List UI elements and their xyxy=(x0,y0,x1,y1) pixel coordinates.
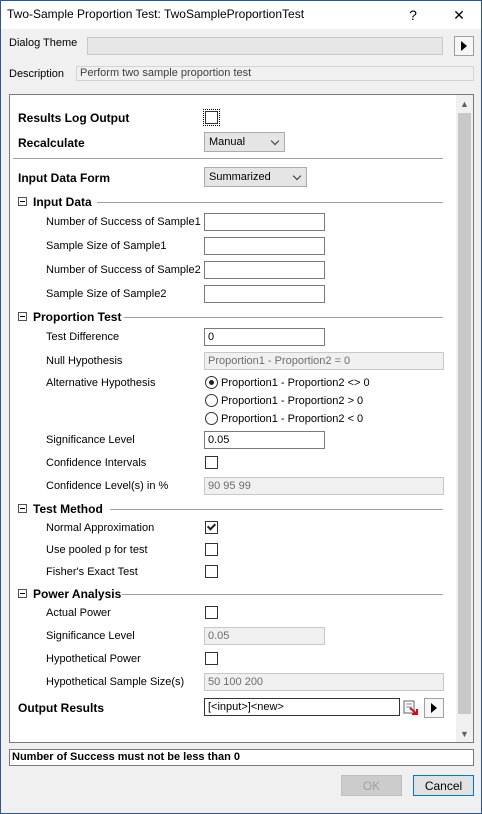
help-button[interactable]: ? xyxy=(391,1,435,29)
confidence-levels-label: Confidence Level(s) in % xyxy=(46,480,169,492)
results-log-label: Results Log Output xyxy=(18,111,130,125)
ok-button[interactable]: OK xyxy=(341,775,402,796)
group-line xyxy=(122,594,443,595)
recalculate-select[interactable]: Manual xyxy=(204,132,285,152)
output-target-icon[interactable] xyxy=(403,699,419,717)
chevron-down-icon xyxy=(270,136,280,146)
hypothetical-power-label: Hypothetical Power xyxy=(46,653,141,665)
significance-level-label: Significance Level xyxy=(46,434,135,446)
dialog-theme-label: Dialog Theme xyxy=(9,37,78,49)
collapse-test-method-icon[interactable] xyxy=(18,504,27,513)
power-significance-field: 0.05 xyxy=(204,627,325,645)
description-field: Perform two sample proportion test xyxy=(76,66,474,81)
close-button[interactable]: ✕ xyxy=(437,1,481,29)
significance-level-input[interactable]: 0.05 xyxy=(204,431,325,449)
results-log-checkbox[interactable] xyxy=(203,109,220,126)
input-data-form-label: Input Data Form xyxy=(18,171,110,185)
status-message: Number of Success must not be less than … xyxy=(9,749,474,766)
normal-approx-label: Normal Approximation xyxy=(46,522,155,534)
hypothetical-sample-sizes-label: Hypothetical Sample Size(s) xyxy=(46,676,185,688)
chevron-down-icon xyxy=(292,171,302,181)
proportion-test-header: Proportion Test xyxy=(33,310,122,324)
collapse-input-data-icon[interactable] xyxy=(18,197,27,206)
dialog-window: Two-Sample Proportion Test: TwoSamplePro… xyxy=(0,0,482,814)
collapse-power-analysis-icon[interactable] xyxy=(18,589,27,598)
input-data-form-value: Summarized xyxy=(209,171,271,183)
alt-hypothesis-option-ne[interactable]: Proportion1 - Proportion2 <> 0 xyxy=(221,377,370,389)
test-difference-label: Test Difference xyxy=(46,331,120,343)
confidence-intervals-label: Confidence Intervals xyxy=(46,457,147,469)
actual-power-checkbox[interactable] xyxy=(205,606,218,619)
group-line xyxy=(110,509,443,510)
scroll-down-icon[interactable]: ▼ xyxy=(456,725,473,742)
separator xyxy=(13,158,443,159)
input-data-header: Input Data xyxy=(33,195,92,209)
hypothetical-sample-sizes-field: 50 100 200 xyxy=(204,673,444,691)
window-title: Two-Sample Proportion Test: TwoSamplePro… xyxy=(7,7,305,21)
play-arrow-icon xyxy=(461,41,467,51)
test-difference-input[interactable]: 0 xyxy=(204,328,325,346)
power-significance-label: Significance Level xyxy=(46,630,135,642)
alt-hypothesis-radio-lt[interactable] xyxy=(205,412,218,425)
size-sample1-input[interactable] xyxy=(204,237,325,255)
null-hypothesis-label: Null Hypothesis xyxy=(46,355,123,367)
output-menu-button[interactable] xyxy=(424,698,444,718)
fisher-exact-label: Fisher's Exact Test xyxy=(46,566,138,578)
confidence-intervals-checkbox[interactable] xyxy=(205,456,218,469)
dialog-theme-field[interactable] xyxy=(87,37,443,55)
alt-hypothesis-radio-gt[interactable] xyxy=(205,394,218,407)
pooled-p-checkbox[interactable] xyxy=(205,543,218,556)
play-arrow-icon xyxy=(431,703,437,713)
success-sample2-label: Number of Success of Sample2 xyxy=(46,264,201,276)
recalculate-label: Recalculate xyxy=(18,136,85,150)
pooled-p-label: Use pooled p for test xyxy=(46,544,148,556)
fisher-exact-checkbox[interactable] xyxy=(205,565,218,578)
recalculate-value: Manual xyxy=(209,136,246,148)
theme-menu-button[interactable] xyxy=(454,36,474,56)
output-results-input[interactable]: [<input>]<new> xyxy=(204,698,400,716)
actual-power-label: Actual Power xyxy=(46,607,111,619)
test-method-header: Test Method xyxy=(33,502,103,516)
alternative-hypothesis-label: Alternative Hypothesis xyxy=(46,377,156,389)
power-analysis-header: Power Analysis xyxy=(33,587,122,601)
confidence-levels-field: 90 95 99 xyxy=(204,477,444,495)
size-sample1-label: Sample Size of Sample1 xyxy=(46,240,167,252)
scroll-thumb[interactable] xyxy=(458,113,471,714)
alt-hypothesis-option-gt[interactable]: Proportion1 - Proportion2 > 0 xyxy=(221,395,363,407)
success-sample2-input[interactable] xyxy=(204,261,325,279)
null-hypothesis-field: Proportion1 - Proportion2 = 0 xyxy=(204,352,444,370)
alt-hypothesis-option-lt[interactable]: Proportion1 - Proportion2 < 0 xyxy=(221,413,363,425)
normal-approx-checkbox[interactable] xyxy=(205,521,218,534)
success-sample1-input[interactable] xyxy=(204,213,325,231)
size-sample2-label: Sample Size of Sample2 xyxy=(46,288,167,300)
group-line xyxy=(124,317,443,318)
panel-scrollbar[interactable]: ▲ ▼ xyxy=(456,95,473,742)
collapse-proportion-test-icon[interactable] xyxy=(18,312,27,321)
output-results-label: Output Results xyxy=(18,701,104,715)
description-label: Description xyxy=(9,68,65,80)
scroll-up-icon[interactable]: ▲ xyxy=(456,95,473,112)
input-data-form-select[interactable]: Summarized xyxy=(204,167,307,187)
size-sample2-input[interactable] xyxy=(204,285,325,303)
alt-hypothesis-radio-ne[interactable] xyxy=(205,376,218,389)
checkmark-icon xyxy=(206,521,217,531)
group-line xyxy=(97,202,443,203)
success-sample1-label: Number of Success of Sample1 xyxy=(46,216,201,228)
title-bar: Two-Sample Proportion Test: TwoSamplePro… xyxy=(1,1,481,29)
hypothetical-power-checkbox[interactable] xyxy=(205,652,218,665)
cancel-button[interactable]: Cancel xyxy=(413,775,474,796)
